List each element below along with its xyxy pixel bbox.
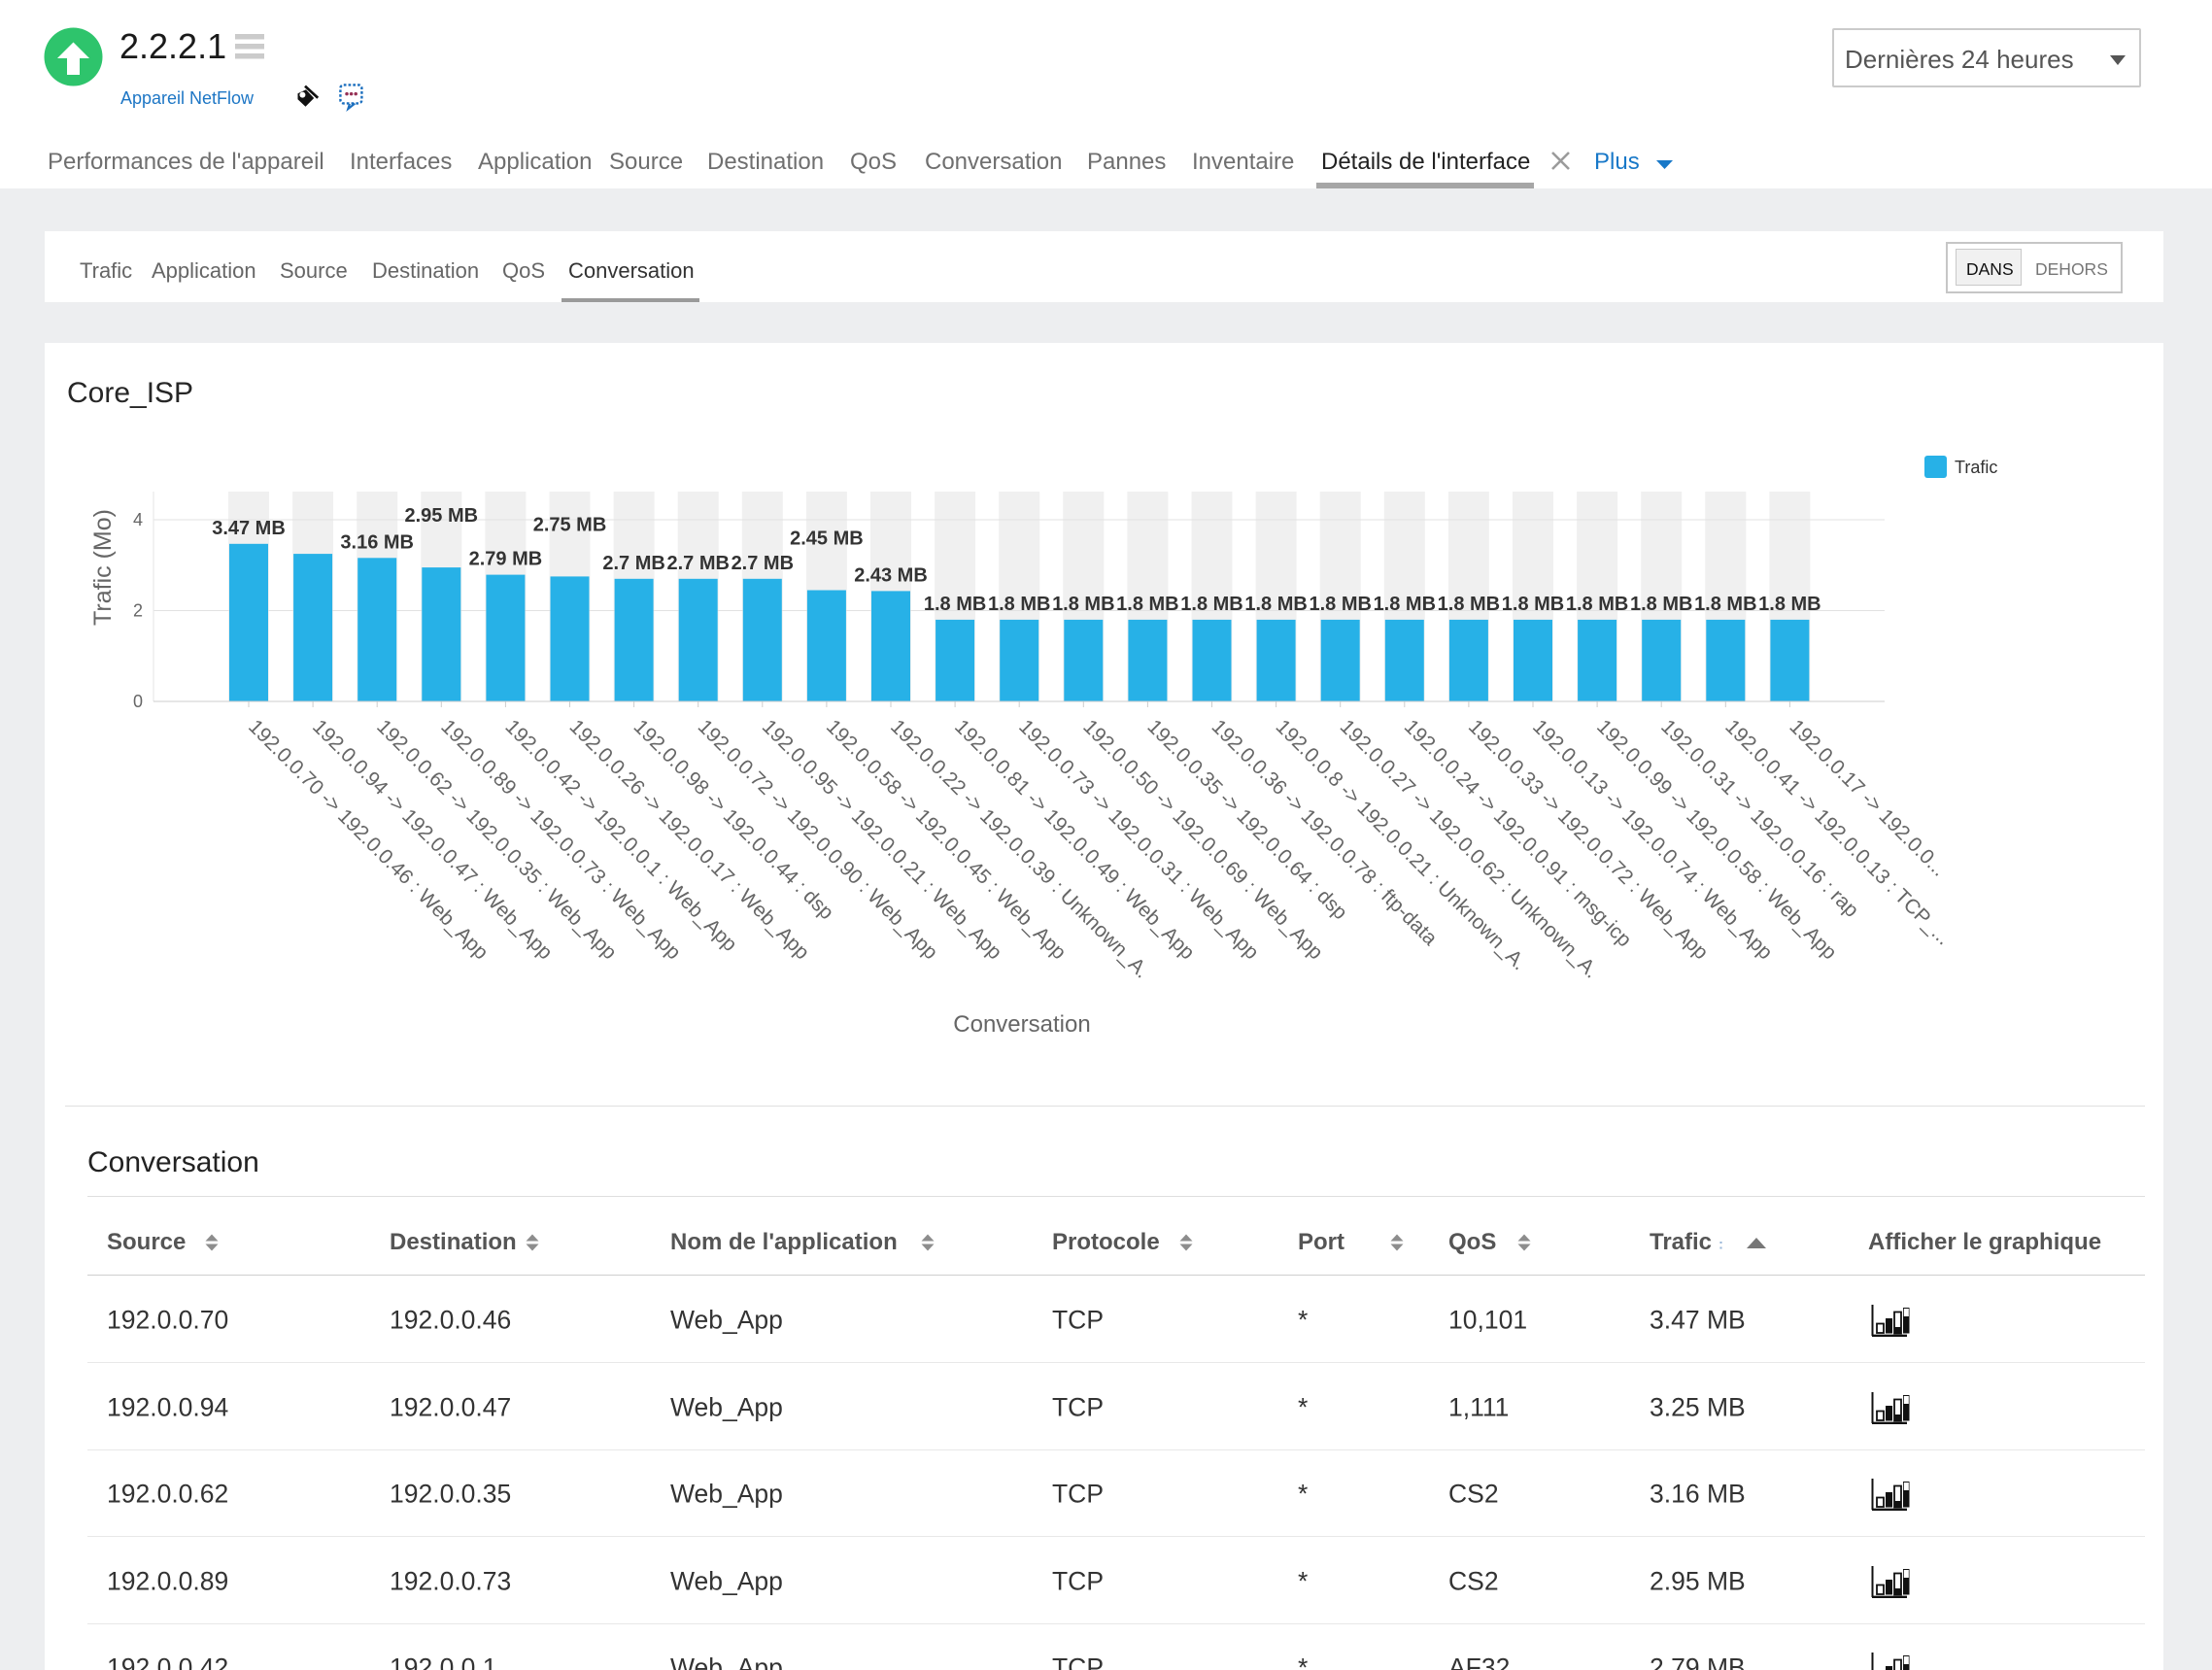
svg-text:1.8 MB: 1.8 MB xyxy=(1116,594,1178,615)
svg-text:1.8 MB: 1.8 MB xyxy=(1694,594,1756,615)
svg-text:1.8 MB: 1.8 MB xyxy=(1244,594,1307,615)
svg-text:1.8 MB: 1.8 MB xyxy=(1309,594,1371,615)
svg-text:192.0.0.50 -> 192.0.0.69 : Web: 192.0.0.50 -> 192.0.0.69 : Web_App xyxy=(1078,715,1327,964)
svg-text:1.8 MB: 1.8 MB xyxy=(1566,594,1628,615)
svg-text:192.0.0.73 -> 192.0.0.31 : Web: 192.0.0.73 -> 192.0.0.31 : Web_App xyxy=(1014,715,1263,964)
svg-text:1.8 MB: 1.8 MB xyxy=(988,594,1050,615)
svg-text:192.0.0.99 -> 192.0.0.58 : Web: 192.0.0.99 -> 192.0.0.58 : Web_App xyxy=(1592,715,1841,964)
svg-text:1.8 MB: 1.8 MB xyxy=(1052,594,1114,615)
svg-text:2.95 MB: 2.95 MB xyxy=(405,505,479,527)
svg-text:2.7 MB: 2.7 MB xyxy=(602,553,664,574)
svg-text:192.0.0.72 -> 192.0.0.90 : Web: 192.0.0.72 -> 192.0.0.90 : Web_App xyxy=(694,715,942,964)
svg-text:192.0.0.94 -> 192.0.0.47 : Web: 192.0.0.94 -> 192.0.0.47 : Web_App xyxy=(308,715,557,964)
svg-text:192.0.0.13 -> 192.0.0.74 : Web: 192.0.0.13 -> 192.0.0.74 : Web_App xyxy=(1528,715,1777,964)
svg-text:4: 4 xyxy=(133,510,143,529)
svg-text:192.0.0.26 -> 192.0.0.17 : Web: 192.0.0.26 -> 192.0.0.17 : Web_App xyxy=(565,715,814,964)
svg-text:3.47 MB: 3.47 MB xyxy=(212,518,286,539)
svg-text:192.0.0.95 -> 192.0.0.21 : Web: 192.0.0.95 -> 192.0.0.21 : Web_App xyxy=(758,715,1006,964)
svg-text:2: 2 xyxy=(133,601,143,621)
svg-text:192.0.0.42 -> 192.0.0.1 : Web_: 192.0.0.42 -> 192.0.0.1 : Web_App xyxy=(500,715,741,956)
svg-text:2.7 MB: 2.7 MB xyxy=(666,553,729,574)
svg-text:2.43 MB: 2.43 MB xyxy=(854,564,928,586)
svg-text:192.0.0.24 -> 192.0.0.91 : msg: 192.0.0.24 -> 192.0.0.91 : msg-icp xyxy=(1400,715,1636,951)
svg-text:1.8 MB: 1.8 MB xyxy=(924,594,986,615)
svg-text:192.0.0.41 -> 192.0.0.13 : TCP: 192.0.0.41 -> 192.0.0.13 : TCP_... xyxy=(1720,715,1955,949)
svg-text:1.8 MB: 1.8 MB xyxy=(1630,594,1692,615)
svg-text:192.0.0.89 -> 192.0.0.73 : Web: 192.0.0.89 -> 192.0.0.73 : Web_App xyxy=(436,715,685,964)
svg-text:1.8 MB: 1.8 MB xyxy=(1438,594,1500,615)
svg-text:1.8 MB: 1.8 MB xyxy=(1180,594,1242,615)
svg-text:192.0.0.62 -> 192.0.0.35 : Web: 192.0.0.62 -> 192.0.0.35 : Web_App xyxy=(372,715,621,964)
svg-text:1.8 MB: 1.8 MB xyxy=(1502,594,1564,615)
svg-text:Trafic: Trafic xyxy=(1955,458,1997,477)
svg-text:192.0.0.70 -> 192.0.0.46 : Web: 192.0.0.70 -> 192.0.0.46 : Web_App xyxy=(244,715,493,964)
svg-text:Conversation: Conversation xyxy=(953,1011,1090,1038)
svg-text:2.75 MB: 2.75 MB xyxy=(533,514,607,535)
svg-text:2.79 MB: 2.79 MB xyxy=(469,549,543,570)
svg-text:2.45 MB: 2.45 MB xyxy=(790,528,864,550)
svg-text:0: 0 xyxy=(133,692,143,711)
svg-text:2.7 MB: 2.7 MB xyxy=(732,553,794,574)
svg-text:Trafic (Mo): Trafic (Mo) xyxy=(89,509,117,626)
svg-text:3.16 MB: 3.16 MB xyxy=(340,531,414,553)
svg-text:192.0.0.33 -> 192.0.0.72 : Web: 192.0.0.33 -> 192.0.0.72 : Web_App xyxy=(1464,715,1713,964)
svg-text:192.0.0.81 -> 192.0.0.49 : Web: 192.0.0.81 -> 192.0.0.49 : Web_App xyxy=(950,715,1199,964)
svg-text:1.8 MB: 1.8 MB xyxy=(1758,594,1821,615)
svg-text:1.8 MB: 1.8 MB xyxy=(1374,594,1436,615)
svg-text:192.0.0.58 -> 192.0.0.45 : Web: 192.0.0.58 -> 192.0.0.45 : Web_App xyxy=(822,715,1071,964)
svg-text:192.0.0.36 -> 192.0.0.78 : ftp: 192.0.0.36 -> 192.0.0.78 : ftp-data xyxy=(1208,715,1442,949)
